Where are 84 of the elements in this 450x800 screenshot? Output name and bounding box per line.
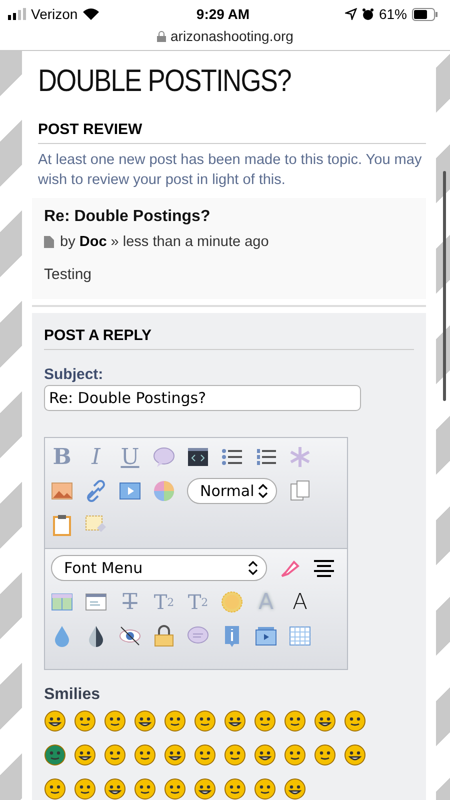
smiley-icon[interactable] bbox=[134, 710, 156, 732]
dropdown-select[interactable]: Normal bbox=[187, 478, 277, 504]
hidden-eye-icon bbox=[119, 625, 141, 647]
smiley-icon[interactable] bbox=[284, 778, 306, 800]
smiley-icon[interactable] bbox=[254, 744, 276, 766]
post-body: Testing bbox=[44, 266, 93, 283]
smiley-icon[interactable] bbox=[104, 744, 126, 766]
smiley-icon[interactable] bbox=[44, 778, 66, 800]
smiley-icon[interactable] bbox=[314, 710, 336, 732]
smiley-icon[interactable] bbox=[224, 778, 246, 800]
link-icon bbox=[85, 480, 107, 502]
dropdown-select[interactable]: Font Menu bbox=[51, 555, 267, 581]
color-wheel-icon bbox=[153, 480, 175, 502]
format-button[interactable]: A bbox=[289, 589, 311, 615]
document-icon bbox=[44, 236, 54, 248]
smiley-icon[interactable] bbox=[44, 710, 66, 732]
table-layout-icon bbox=[51, 591, 73, 613]
section-heading: POST REVIEW bbox=[38, 121, 426, 144]
format-button[interactable]: T$^{2}$ bbox=[153, 589, 175, 615]
smiley-icon[interactable] bbox=[194, 778, 216, 800]
subject-field[interactable]: Re: Double Postings? bbox=[44, 385, 361, 411]
code-icon bbox=[187, 446, 209, 468]
smiley-icon[interactable] bbox=[134, 778, 156, 800]
site-address[interactable]: arizonashooting.org bbox=[170, 28, 294, 44]
clock-time: 9:29 AM bbox=[196, 6, 250, 22]
battery-icon bbox=[412, 8, 438, 20]
section-heading: POST A REPLY bbox=[44, 327, 414, 350]
smiley-icon[interactable] bbox=[254, 710, 276, 732]
sun-icon bbox=[221, 591, 243, 613]
smiley-icon[interactable] bbox=[224, 744, 246, 766]
copy-icon bbox=[289, 480, 311, 502]
format-button[interactable]: I bbox=[85, 444, 107, 470]
smiley-icon[interactable] bbox=[104, 778, 126, 800]
align-center-icon bbox=[313, 557, 335, 579]
smiley-icon[interactable] bbox=[284, 744, 306, 766]
smiley-icon[interactable] bbox=[284, 710, 306, 732]
clipboard-icon bbox=[51, 514, 73, 536]
format-button[interactable]: T bbox=[119, 589, 141, 615]
toolbar-button[interactable] bbox=[153, 623, 175, 649]
smiley-icon[interactable] bbox=[74, 778, 96, 800]
format-button[interactable]: A bbox=[255, 589, 277, 615]
image-icon bbox=[51, 480, 73, 502]
smiley-icon[interactable] bbox=[44, 744, 66, 766]
lock-icon bbox=[153, 625, 175, 647]
notice-text: At least one new post has been made to this topic. You may wish to review your post in light of this. bbox=[38, 151, 423, 190]
smiley-icon[interactable] bbox=[194, 710, 216, 732]
location-arrow-icon bbox=[344, 8, 357, 20]
bullet-list-icon bbox=[221, 446, 243, 468]
smiley-icon[interactable] bbox=[164, 744, 186, 766]
smiley-icon[interactable] bbox=[134, 744, 156, 766]
subject-label: Subject: bbox=[44, 366, 104, 383]
format-button[interactable]: B bbox=[51, 444, 73, 470]
battery-percentage: 61% bbox=[378, 6, 407, 22]
format-button[interactable]: U bbox=[119, 444, 141, 470]
alarm-clock-icon bbox=[362, 8, 374, 20]
smiley-icon[interactable] bbox=[74, 710, 96, 732]
smiley-icon[interactable] bbox=[344, 744, 366, 766]
numbered-list-icon bbox=[255, 446, 277, 468]
asterisk-icon bbox=[289, 446, 311, 468]
chevron-icon bbox=[258, 484, 268, 498]
smiley-icon[interactable] bbox=[254, 778, 276, 800]
lock-icon bbox=[156, 31, 166, 42]
page-title: DOUBLE POSTINGS? bbox=[38, 63, 292, 99]
scrollbar[interactable] bbox=[443, 171, 446, 401]
carrier-name: Verizon bbox=[31, 6, 78, 22]
smiley-icon[interactable] bbox=[164, 778, 186, 800]
window-icon bbox=[85, 591, 107, 613]
smilies-heading: Smilies bbox=[44, 686, 102, 704]
signal-icon bbox=[8, 8, 26, 20]
media-icon bbox=[255, 625, 277, 647]
smiley-icon[interactable] bbox=[314, 744, 336, 766]
smiley-icon[interactable] bbox=[344, 710, 366, 732]
table-icon bbox=[289, 625, 311, 647]
post-title: Re: Double Postings? bbox=[44, 208, 212, 226]
speech-bubble-icon bbox=[153, 446, 175, 468]
smiley-icon[interactable] bbox=[164, 710, 186, 732]
video-icon bbox=[119, 480, 141, 502]
smiley-icon[interactable] bbox=[104, 710, 126, 732]
wifi-icon bbox=[82, 8, 99, 20]
smiley-icon[interactable] bbox=[74, 744, 96, 766]
smiley-icon[interactable] bbox=[224, 710, 246, 732]
smiley-icon[interactable] bbox=[194, 744, 216, 766]
chevron-icon bbox=[248, 561, 258, 575]
post-meta: by Doc » less than a minute ago bbox=[60, 234, 269, 250]
